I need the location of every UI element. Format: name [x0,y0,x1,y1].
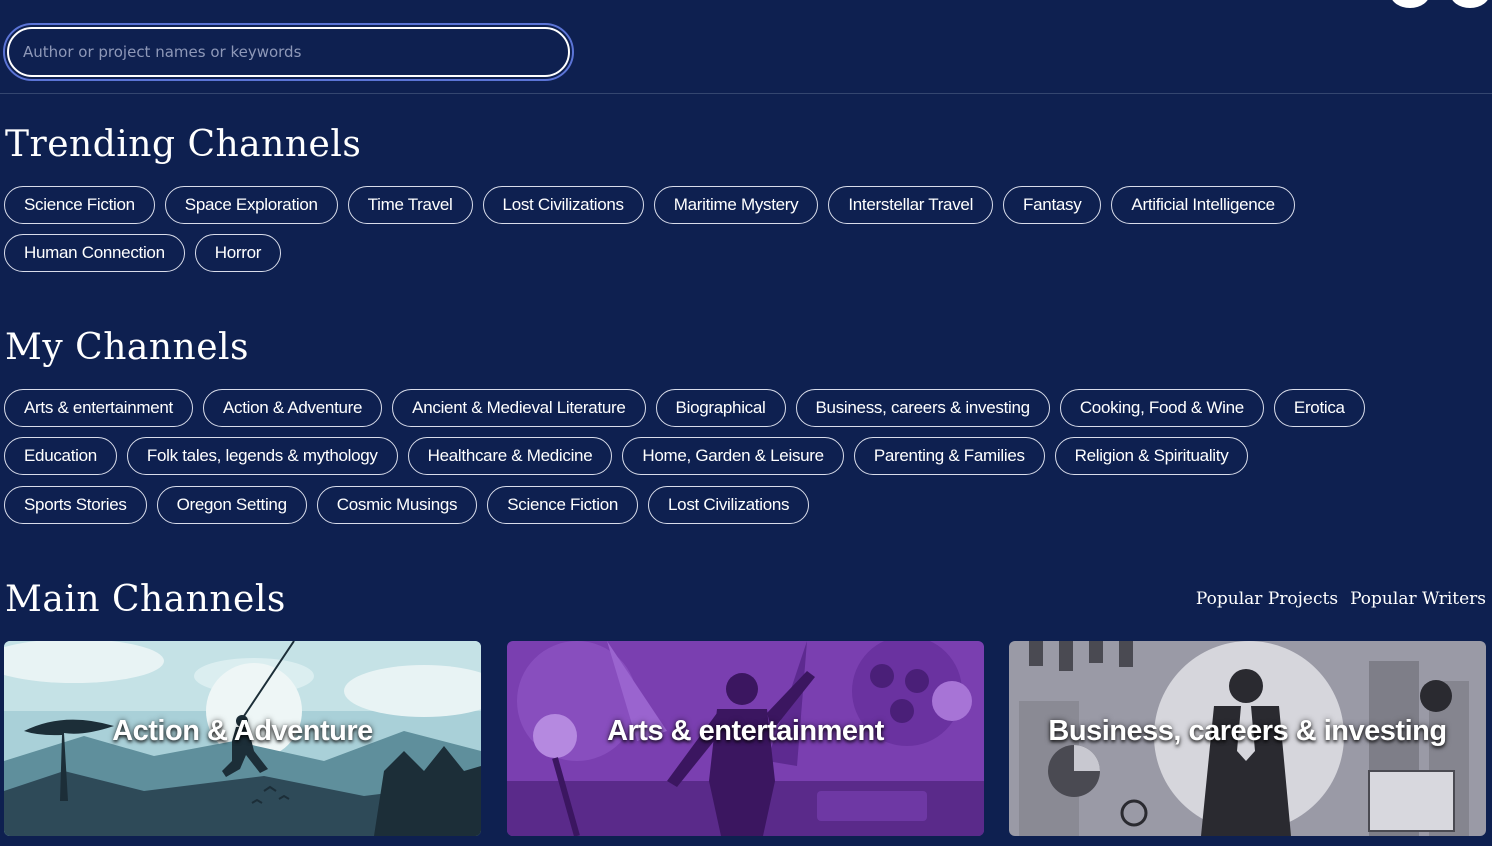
card-label: Business, careers & investing [1048,715,1447,747]
channel-card-business-careers-investing[interactable]: Business, careers & investing [1009,641,1486,836]
channel-chip[interactable]: Fantasy [1003,186,1102,224]
my-channels-title: My Channels [5,327,249,368]
channel-chip[interactable]: Interstellar Travel [828,186,994,224]
channel-chip[interactable]: Arts & entertainment [4,389,193,427]
channel-card-arts-entertainment[interactable]: Arts & entertainment [507,641,984,836]
page: Trending Channels Science FictionSpace E… [0,0,1492,846]
my-channels-chip-row: Arts & entertainment Action & Adventure An… [4,389,1365,427]
channel-chip[interactable]: Oregon Setting [156,486,307,524]
header-divider [0,93,1492,94]
channel-chip[interactable]: Action & Adventure [202,389,383,427]
channel-chip[interactable]: Sports Stories [4,486,147,524]
channel-chip[interactable]: Artificial Intelligence [1111,186,1295,224]
channel-chip[interactable]: Time Travel [347,186,473,224]
trending-channels-title: Trending Channels [5,124,362,165]
channel-chip[interactable]: Healthcare & Medicine [407,437,613,475]
trending-chip-row: Science Fiction Space Exploration Time Tra… [4,186,1295,224]
channel-chip[interactable]: Maritime Mystery [653,186,819,224]
channel-chip[interactable]: Home, Garden & Leisure [622,437,844,475]
channel-chip[interactable]: Science Fiction [4,186,155,224]
channel-chip[interactable]: Religion & Spirituality [1054,437,1249,475]
search-box [3,23,574,81]
channel-chip[interactable]: Business, careers & investing [795,389,1050,427]
channel-chip[interactable]: Cooking, Food & Wine [1059,389,1264,427]
card-label: Arts & entertainment [607,715,884,747]
card-label: Action & Adventure [112,715,373,747]
channel-chip[interactable]: Science Fiction [487,486,639,524]
popular-links: Popular Projects Popular Writers [1196,589,1486,609]
channel-chip[interactable]: Parenting & Families [853,437,1045,475]
channel-chip[interactable]: Biographical [655,389,786,427]
menu-icon[interactable] [1450,0,1490,8]
main-channels-title: Main Channels [5,579,286,620]
user-avatar-icon[interactable] [1390,0,1430,8]
channel-chip[interactable]: Erotica [1273,389,1365,427]
channel-chip[interactable]: Folk tales, legends & mythology [126,437,398,475]
my-channels-chip-row: Education Folk tales, legends & mythology… [4,437,1249,475]
channel-chip[interactable]: Education [4,437,117,475]
channel-chip[interactable]: Lost Civilizations [648,486,810,524]
my-channels-chip-row: Sports Stories Oregon Setting Cosmic Musin… [4,486,810,524]
channel-card-action-adventure[interactable]: Action & Adventure [4,641,481,836]
channel-chip[interactable]: Human Connection [4,234,185,272]
channel-chip[interactable]: Cosmic Musings [316,486,478,524]
search-input[interactable] [7,27,570,77]
channel-chip[interactable]: Lost Civilizations [482,186,644,224]
channel-chip[interactable]: Space Exploration [164,186,338,224]
trending-chip-row: Human Connection Horror [4,234,282,272]
popular-projects-link[interactable]: Popular Projects [1196,589,1338,609]
popular-writers-link[interactable]: Popular Writers [1350,589,1486,609]
channel-chip[interactable]: Ancient & Medieval Literature [392,389,646,427]
channel-chip[interactable]: Horror [194,234,282,272]
